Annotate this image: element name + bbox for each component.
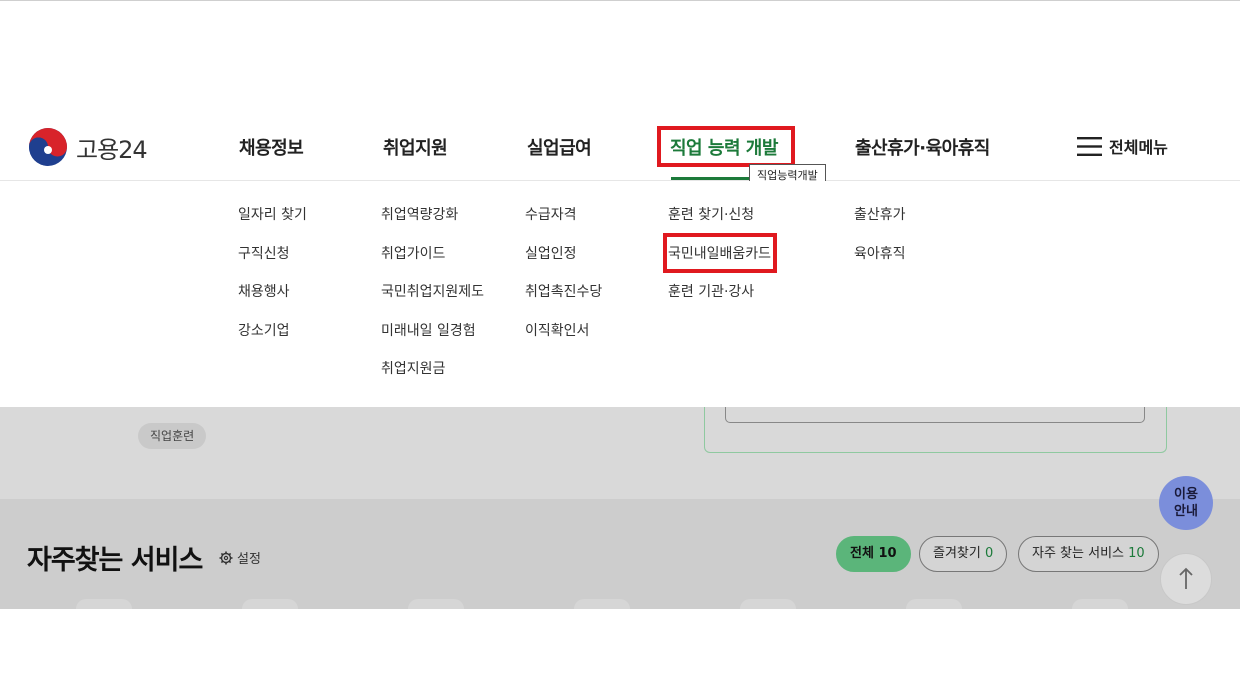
site-header: 고용24 채용정보 취업지원 실업급여 직업 능력 개발 출산휴가·육아휴직 직… — [0, 110, 1240, 187]
submenu-column-employment-support: 취업역량강화 취업가이드 국민취업지원제도 미래내일 일경험 취업지원금 — [381, 205, 484, 398]
submenu-item[interactable]: 수급자격 — [525, 205, 602, 244]
settings-label: 설정 — [237, 552, 261, 567]
submenu-column-recruitment: 일자리 찾기 구직신청 채용행사 강소기업 — [238, 205, 307, 359]
top-border — [0, 0, 1240, 1]
pill-label: 즐겨찾기 — [933, 546, 981, 561]
nav-parental-leave[interactable]: 출산휴가·육아휴직 — [855, 134, 990, 160]
all-menu-button[interactable]: 전체메뉴 — [1077, 134, 1168, 158]
submenu-item[interactable]: 일자리 찾기 — [238, 205, 307, 244]
pill-count: 0 — [984, 546, 994, 561]
submenu-item[interactable]: 국민취업지원제도 — [381, 282, 484, 321]
service-icon — [740, 599, 796, 609]
active-tab-indicator — [671, 177, 749, 180]
highlight-box — [657, 126, 795, 167]
submenu-item[interactable]: 출산휴가 — [854, 205, 906, 244]
submenu-item[interactable]: 훈련 기관·강사 — [668, 282, 771, 321]
help-line-2: 안내 — [1174, 504, 1198, 519]
services-title: 자주찾는 서비스 — [27, 545, 203, 576]
pill-label: 자주 찾는 서비스 — [1032, 546, 1124, 561]
submenu-item[interactable]: 취업지원금 — [381, 359, 484, 398]
service-icon — [1072, 599, 1128, 609]
submenu-item[interactable]: 채용행사 — [238, 282, 307, 321]
submenu-item[interactable]: 강소기업 — [238, 321, 307, 360]
service-icon — [408, 599, 464, 609]
pill-label: 전체 — [850, 546, 874, 561]
submenu-item[interactable]: 육아휴직 — [854, 244, 906, 283]
service-icon — [574, 599, 630, 609]
pill-count: 10 — [878, 546, 897, 561]
submenu-item[interactable]: 실업인정 — [525, 244, 602, 283]
filter-all-button[interactable]: 전체 10 — [836, 536, 911, 572]
submenu-column-unemployment: 수급자격 실업인정 취업촉진수당 이직확인서 — [525, 205, 602, 359]
submenu-item[interactable]: 취업촉진수당 — [525, 282, 602, 321]
help-line-1: 이용 — [1174, 487, 1198, 502]
scroll-top-button[interactable] — [1160, 553, 1212, 605]
submenu-item[interactable]: 이직확인서 — [525, 321, 602, 360]
logo-text: 고용24 — [76, 135, 148, 164]
filter-frequent-button[interactable]: 자주 찾는 서비스 10 — [1018, 536, 1159, 572]
mega-menu: 일자리 찾기 구직신청 채용행사 강소기업 취업역량강화 취업가이드 국민취업지… — [0, 181, 1240, 407]
submenu-item[interactable]: 구직신청 — [238, 244, 307, 283]
nav-employment-support[interactable]: 취업지원 — [383, 134, 448, 160]
taegeuk-icon — [29, 128, 67, 166]
keyword-chip[interactable]: 직업훈련 — [138, 423, 207, 449]
submenu-item[interactable]: 취업역량강화 — [381, 205, 484, 244]
service-icon — [76, 599, 132, 609]
service-icon — [906, 599, 962, 609]
site-logo[interactable]: 고용24 — [28, 127, 148, 167]
hamburger-icon — [1077, 136, 1102, 156]
usage-guide-button[interactable]: 이용 안내 — [1159, 476, 1213, 530]
service-icon — [242, 599, 298, 609]
services-settings-button[interactable]: 설정 — [219, 548, 261, 567]
arrow-up-icon — [1179, 567, 1193, 589]
submenu-item[interactable]: 취업가이드 — [381, 244, 484, 283]
nav-recruitment[interactable]: 채용정보 — [239, 134, 304, 160]
submenu-column-parental-leave: 출산휴가 육아휴직 — [854, 205, 906, 282]
pill-count: 10 — [1128, 546, 1145, 561]
submenu-item[interactable]: 미래내일 일경험 — [381, 321, 484, 360]
highlight-box — [663, 233, 777, 273]
filter-favorites-button[interactable]: 즐겨찾기 0 — [919, 536, 1008, 572]
all-menu-label: 전체메뉴 — [1109, 138, 1168, 157]
nav-unemployment-benefits[interactable]: 실업급여 — [527, 134, 592, 160]
gear-icon — [219, 551, 233, 564]
